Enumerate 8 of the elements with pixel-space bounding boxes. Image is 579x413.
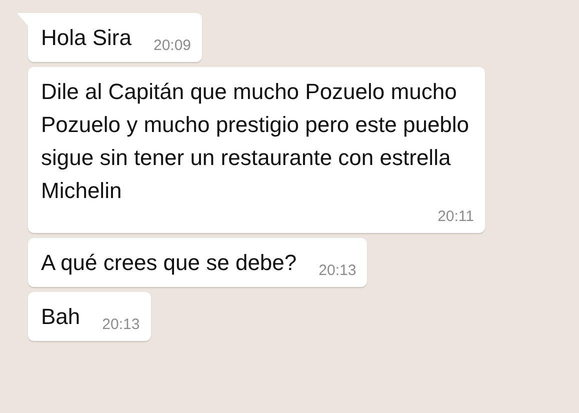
message-text: Hola Sira xyxy=(41,24,132,52)
message-time: 20:13 xyxy=(101,315,140,335)
message-text: A qué crees que se debe? xyxy=(41,249,297,277)
message-time: 20:11 xyxy=(436,207,474,227)
message-text: Dile al Capitán que mucho Pozuelo mucho Pozuelo y mucho prestigio pero este pueblo sigue sin tener un restaurante con estrella Michelin xyxy=(41,78,470,205)
message-time: 20:09 xyxy=(152,36,192,56)
message-time: 20:13 xyxy=(318,261,356,281)
message-text: Bah xyxy=(41,303,80,331)
